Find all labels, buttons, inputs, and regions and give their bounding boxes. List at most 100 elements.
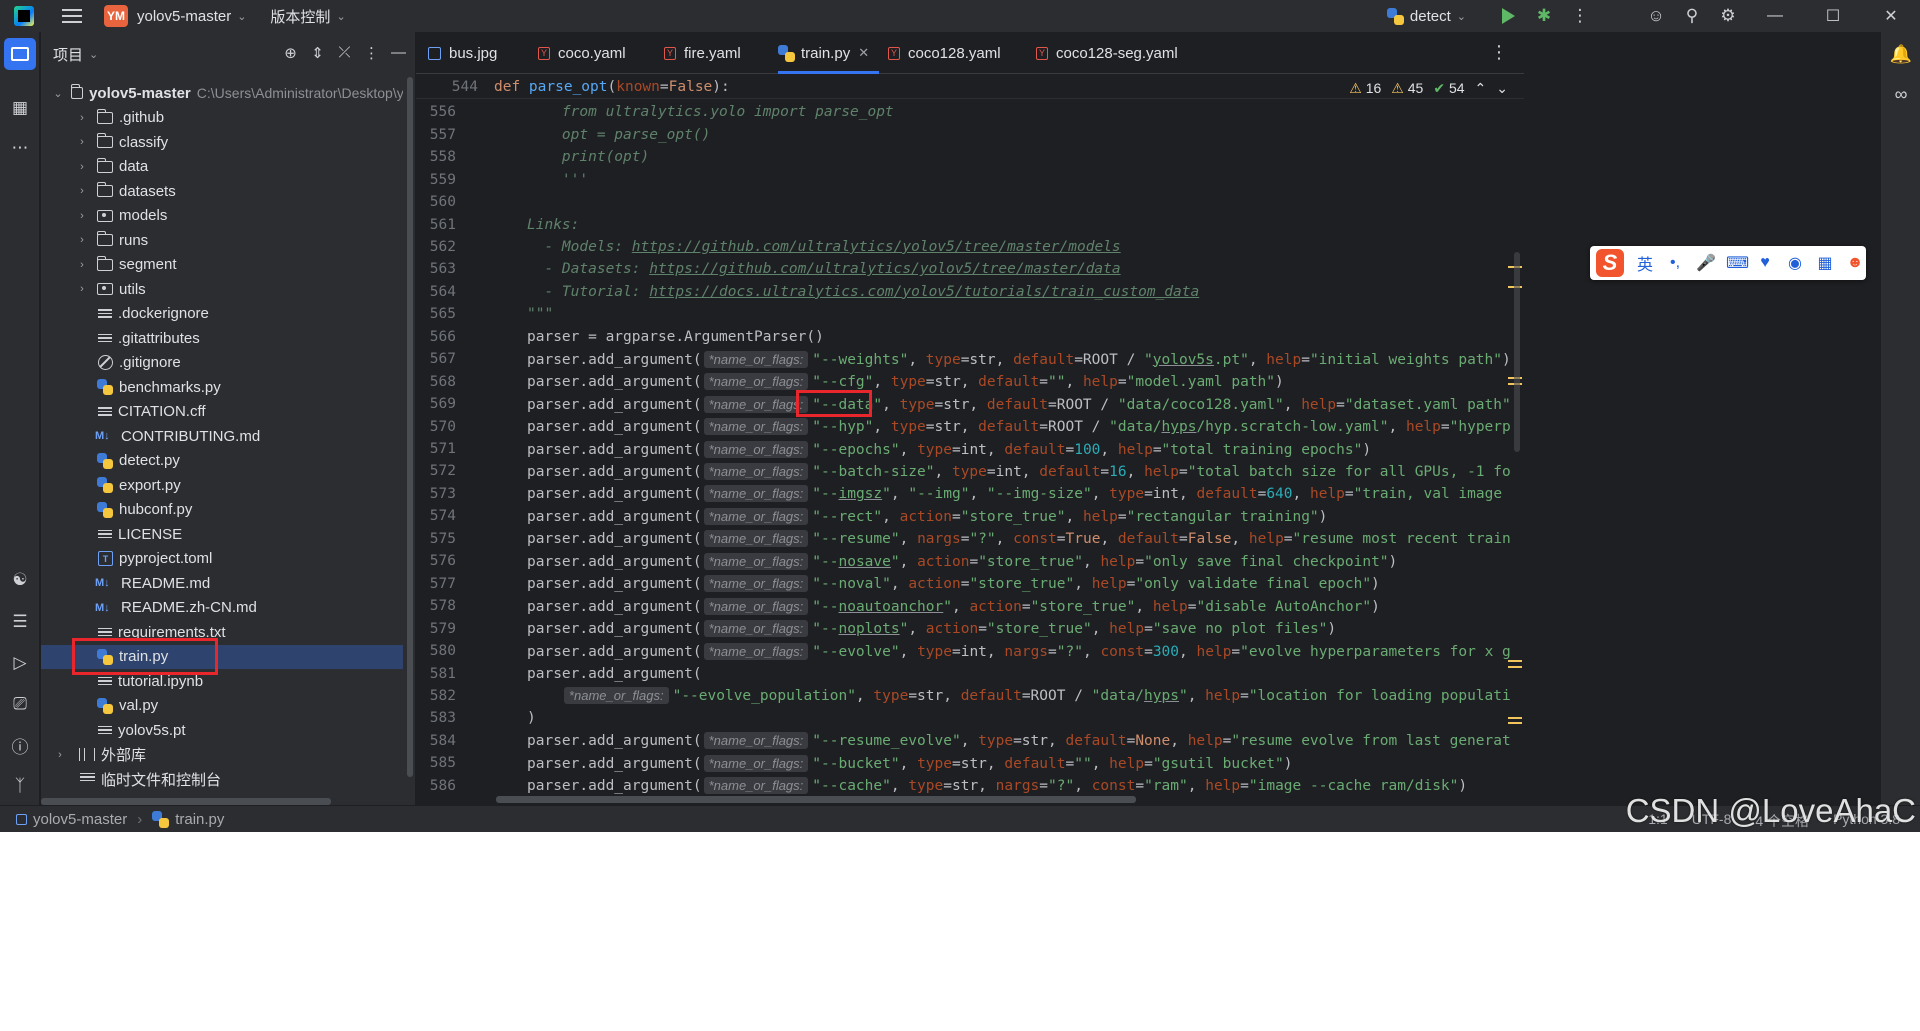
sogou-logo-icon[interactable]: S xyxy=(1596,249,1624,277)
chevron-right-icon[interactable]: › xyxy=(75,259,89,271)
code-line[interactable]: 578 parser.add_argument(*name_or_flags: "-… xyxy=(416,595,1510,618)
tree-item[interactable]: .gitignore xyxy=(41,351,403,375)
project-horizontal-scrollbar[interactable] xyxy=(41,798,331,805)
code-line[interactable]: 575 parser.add_argument(*name_or_flags: "-… xyxy=(416,528,1510,551)
more-tools-button[interactable]: ⋯ xyxy=(4,132,36,164)
editor-horizontal-scrollbar[interactable] xyxy=(496,796,1136,803)
layers-icon[interactable]: ☰ xyxy=(4,606,36,638)
ime-toolbar[interactable]: S 英 •, 🎤 ⌨ ♥ ◉ ▦ ☻ xyxy=(1590,246,1866,280)
expand-all-icon[interactable]: ⇕ xyxy=(309,44,326,62)
tree-item[interactable]: detect.py xyxy=(41,449,403,473)
project-switcher[interactable]: yolov5-master xyxy=(137,8,231,25)
tree-item[interactable]: M↓ README.md xyxy=(41,571,403,595)
code-line[interactable]: 574 parser.add_argument(*name_or_flags: "-… xyxy=(416,505,1510,528)
tab-coco128-seg-yaml[interactable]: Y coco128-seg.yaml xyxy=(1036,32,1178,74)
collapse-all-icon[interactable]: ⤫ xyxy=(336,44,353,62)
code-line[interactable]: 556 from ultralytics.yolo import parse_o… xyxy=(416,101,1510,124)
code-line[interactable]: 570 parser.add_argument(*name_or_flags: "-… xyxy=(416,415,1510,438)
chevron-right-icon[interactable]: › xyxy=(75,185,89,197)
chevron-right-icon[interactable]: › xyxy=(75,234,89,246)
chat-icon[interactable]: ◉ xyxy=(1786,253,1804,273)
code-line[interactable]: 582 *name_or_flags: "--evolve_population"… xyxy=(416,685,1510,708)
breadcrumb-project[interactable]: yolov5-master xyxy=(33,811,127,828)
chevron-down-icon[interactable]: ⌄ xyxy=(336,10,345,23)
tab-fire-yaml[interactable]: Y fire.yaml xyxy=(664,32,741,74)
code-line[interactable]: 567 parser.add_argument(*name_or_flags: "-… xyxy=(416,348,1510,371)
code-line[interactable]: 583) xyxy=(416,707,1510,730)
hide-panel-icon[interactable]: — xyxy=(390,44,407,62)
expand-arrow-icon[interactable]: ⌄ xyxy=(53,87,63,100)
locate-file-icon[interactable]: ⊕ xyxy=(282,44,299,62)
chevron-right-icon[interactable]: › xyxy=(53,749,67,761)
code-line[interactable]: 557 opt = parse_opt() xyxy=(416,123,1510,146)
debug-button[interactable]: ✱ xyxy=(1526,0,1562,32)
tree-item[interactable]: Tpyproject.toml xyxy=(41,547,403,571)
tree-item[interactable]: benchmarks.py xyxy=(41,375,403,399)
code-line[interactable]: 580 parser.add_argument(*name_or_flags: "-… xyxy=(416,640,1510,663)
code-line[interactable]: 563 - Datasets: https://github.com/ultra… xyxy=(416,258,1510,281)
vcs-menu[interactable]: 版本控制 xyxy=(270,6,330,27)
tab-bus-jpg[interactable]: bus.jpg xyxy=(428,32,497,74)
tree-item[interactable]: CITATION.cff xyxy=(41,400,403,424)
tree-external-libraries[interactable]: › 外部库 xyxy=(41,743,403,767)
tree-item[interactable]: yolov5s.pt xyxy=(41,718,403,742)
code-line[interactable]: 561 Links: xyxy=(416,213,1510,236)
options-menu-icon[interactable]: ⋮ xyxy=(363,44,380,62)
project-panel-title[interactable]: 项目 xyxy=(53,44,83,65)
services-run-icon[interactable]: ▷ xyxy=(4,647,36,679)
code-line[interactable]: 586 parser.add_argument(*name_or_flags: "-… xyxy=(416,775,1510,798)
toolbox-icon[interactable]: ▦ xyxy=(1816,253,1834,273)
python-packages-icon[interactable]: ☯ xyxy=(4,564,36,596)
minimize-button[interactable]: — xyxy=(1746,0,1804,32)
tab-options-icon[interactable]: ⋮ xyxy=(1490,42,1508,63)
editor-vertical-scrollbar[interactable] xyxy=(1514,252,1520,452)
close-window-button[interactable]: ✕ xyxy=(1862,0,1920,32)
code-line[interactable]: 577 parser.add_argument(*name_or_flags: "-… xyxy=(416,572,1510,595)
main-menu-icon[interactable] xyxy=(62,9,82,23)
keyboard-icon[interactable]: ⌨ xyxy=(1726,253,1749,273)
tree-item[interactable]: › data xyxy=(41,155,403,179)
skin-icon[interactable]: ♥ xyxy=(1756,254,1774,272)
run-config-selector[interactable]: detect ⌄ xyxy=(1386,7,1466,25)
chevron-down-icon[interactable]: ⌄ xyxy=(89,48,98,61)
search-icon[interactable]: ⚲ xyxy=(1674,0,1710,32)
chevron-right-icon[interactable]: › xyxy=(75,112,89,124)
code-line[interactable]: 558 print(opt) xyxy=(416,146,1510,169)
code-line[interactable]: 565 """ xyxy=(416,303,1510,326)
add-user-icon[interactable]: ☺ xyxy=(1638,0,1674,32)
previous-highlight-icon[interactable]: ⌃ xyxy=(1475,80,1487,97)
close-tab-icon[interactable]: ✕ xyxy=(858,45,869,61)
code-line[interactable]: 566 parser = argparse.ArgumentParser() xyxy=(416,326,1510,349)
tree-item[interactable]: › segment xyxy=(41,253,403,277)
tree-item[interactable]: hubconf.py xyxy=(41,498,403,522)
notifications-bell-icon[interactable]: 🔔 xyxy=(1887,40,1915,68)
code-line[interactable]: 581 parser.add_argument( xyxy=(416,662,1510,685)
avatar-icon[interactable]: ☻ xyxy=(1846,254,1864,272)
problems-icon[interactable]: ⓘ xyxy=(4,729,36,761)
chevron-right-icon[interactable]: › xyxy=(75,136,89,148)
tree-root[interactable]: ⌄ yolov5-master C:\Users\Administrator\D… xyxy=(41,81,403,105)
tree-item[interactable]: requirements.txt xyxy=(41,620,403,644)
breadcrumb-file[interactable]: train.py xyxy=(175,811,224,828)
git-branch-icon[interactable]: ᛉ xyxy=(4,770,36,802)
tree-item[interactable]: › models xyxy=(41,204,403,228)
settings-gear-icon[interactable]: ⚙ xyxy=(1710,0,1746,32)
tree-item[interactable]: .dockerignore xyxy=(41,302,403,326)
ai-assistant-icon[interactable]: ∞ xyxy=(1887,80,1915,108)
code-line[interactable]: 568 parser.add_argument(*name_or_flags: "-… xyxy=(416,370,1510,393)
terminal-icon[interactable]: ⎚ xyxy=(4,688,36,720)
tab-train-py[interactable]: train.py ✕ xyxy=(778,32,880,74)
code-line[interactable]: 560 xyxy=(416,191,1510,214)
code-line[interactable]: 569 parser.add_argument(*name_or_flags: "-… xyxy=(416,393,1510,416)
warning-stripe[interactable] xyxy=(1508,717,1522,719)
warning-stripe[interactable] xyxy=(1508,722,1522,724)
chevron-right-icon[interactable]: › xyxy=(75,210,89,222)
tree-item[interactable]: train.py xyxy=(41,644,403,669)
chevron-right-icon[interactable]: › xyxy=(75,283,89,295)
ime-mode[interactable]: 英 xyxy=(1636,251,1654,275)
code-line[interactable]: 576 parser.add_argument(*name_or_flags: "-… xyxy=(416,550,1510,573)
code-line[interactable]: 573 parser.add_argument(*name_or_flags: "-… xyxy=(416,483,1510,506)
code-line[interactable]: 585 parser.add_argument(*name_or_flags: "-… xyxy=(416,752,1510,775)
microphone-icon[interactable]: 🎤 xyxy=(1696,253,1716,273)
tree-item[interactable]: › datasets xyxy=(41,179,403,203)
